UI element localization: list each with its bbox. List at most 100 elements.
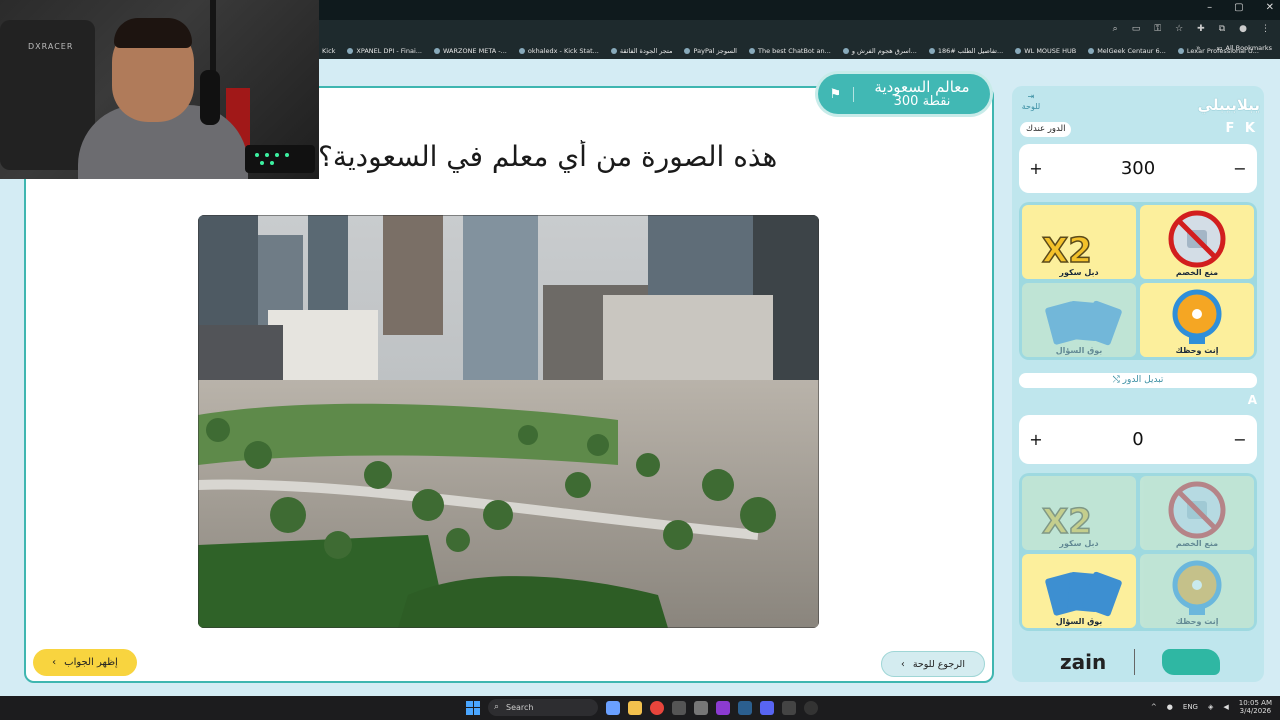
- divider: [1133, 649, 1135, 675]
- back-to-board-button[interactable]: ‹ الرجوع للوحة: [881, 651, 985, 677]
- bookmark-favicon: [928, 47, 935, 54]
- taskbar-search[interactable]: Search: [488, 699, 598, 716]
- board-link-label: للوحة: [1021, 101, 1041, 111]
- bookmark-favicon: [347, 47, 354, 54]
- copilot-icon[interactable]: [606, 700, 620, 715]
- helper-label: دبل سكور: [1059, 268, 1099, 277]
- switch-turn-label: تبديل الدور: [1122, 375, 1164, 385]
- clock-time: 10:05 AM: [1238, 699, 1272, 707]
- team2-score: + 0 −: [1019, 415, 1257, 464]
- volume-icon[interactable]: ◀: [1223, 703, 1228, 711]
- chair-brand-logo: DXRACER: [28, 42, 74, 51]
- plus-button[interactable]: +: [1029, 430, 1043, 449]
- extensions-icon[interactable]: ⧉: [1219, 24, 1225, 34]
- sponsor-logos: zain: [1060, 644, 1220, 680]
- question-text: هذه الصورة من أي معلم في السعودية؟: [318, 140, 778, 173]
- bookmark-favicon: [749, 47, 755, 54]
- bookmark-favicon: [1177, 47, 1184, 54]
- luck-wheel-helper[interactable]: إنت وحظك: [1140, 554, 1254, 628]
- helper-label: منع الخصم: [1175, 539, 1219, 548]
- app-icon[interactable]: [716, 700, 730, 715]
- extension-icon[interactable]: ✚: [1197, 24, 1205, 34]
- chrome-icon[interactable]: [650, 700, 664, 715]
- cards-hand-icon: [1045, 300, 1122, 346]
- mic-arm: [210, 0, 216, 80]
- maximize-icon[interactable]: ▢: [1234, 2, 1243, 13]
- start-icon[interactable]: [466, 700, 480, 715]
- bookmark-star-icon[interactable]: ☆: [1175, 24, 1183, 34]
- close-icon[interactable]: ✕: [1266, 2, 1274, 13]
- steal-question-helper[interactable]: بوق السؤال: [1022, 283, 1136, 357]
- streamer-hair: [114, 18, 192, 48]
- double-score-helper[interactable]: X2 دبل سكور: [1022, 476, 1136, 550]
- exit-icon: ⇥: [1027, 92, 1035, 101]
- block-opponent-helper[interactable]: منع الخصم: [1140, 476, 1254, 550]
- plus-button[interactable]: +: [1029, 159, 1043, 178]
- discord-icon[interactable]: [760, 700, 774, 715]
- turn-badge: الدور عندك: [1020, 122, 1072, 137]
- bookmark[interactable]: اسرق هجوم الفرش و...: [842, 47, 917, 55]
- profile-avatar[interactable]: ●: [1239, 24, 1247, 34]
- clock-date: 3/4/2026: [1239, 707, 1272, 716]
- bookmark-favicon: [684, 47, 691, 54]
- luck-wheel-helper[interactable]: إنت وحظك: [1140, 283, 1254, 357]
- chevron-left-icon: ‹: [52, 657, 57, 668]
- zain-logo: zain: [1060, 650, 1107, 674]
- board-link[interactable]: ⇥ للوحة: [1020, 92, 1042, 111]
- city-park-photo: [198, 215, 819, 628]
- svg-text:X2: X2: [1042, 502, 1092, 539]
- bookmark[interactable]: okhaledx - Kick Stat...: [518, 47, 599, 55]
- bookmark[interactable]: MelGeek Centaur 6...: [1088, 47, 1166, 55]
- bookmark[interactable]: WL MOUSE HUB: [1015, 47, 1076, 55]
- flag-icon: ⚑: [818, 86, 854, 102]
- menu-icon[interactable]: ⋮: [1261, 24, 1270, 34]
- app-icon[interactable]: [782, 700, 796, 715]
- team-name: يبلابيبلي: [1197, 96, 1260, 114]
- language-indicator[interactable]: ENG: [1183, 703, 1198, 711]
- bookmark[interactable]: تفاصيل الطلب #186...: [928, 47, 1003, 55]
- bookmark[interactable]: WARZONE META -...: [433, 47, 507, 55]
- helper-label: بوق السؤال: [1055, 617, 1103, 626]
- minus-button[interactable]: −: [1233, 430, 1247, 449]
- app-icon[interactable]: [672, 700, 686, 715]
- chevron-up-icon[interactable]: ^: [1151, 703, 1157, 711]
- app-icon[interactable]: [694, 700, 708, 715]
- audio-mixer: [245, 145, 315, 173]
- steam-icon[interactable]: [738, 700, 752, 715]
- bookmark[interactable]: PayPal السوجز: [684, 47, 737, 55]
- obs-icon[interactable]: [804, 700, 818, 715]
- password-icon[interactable]: ⚿: [1154, 24, 1161, 34]
- double-score-helper[interactable]: X2 دبل سكور: [1022, 205, 1136, 279]
- chevron-left-icon: ‹: [901, 658, 905, 670]
- show-answer-button[interactable]: ‹ إظهر الجواب: [33, 649, 137, 676]
- file-explorer-icon[interactable]: [628, 700, 642, 715]
- zoom-icon[interactable]: ⌕: [1113, 24, 1118, 34]
- taskbar: Search ^ ● ENG ◈ ◀ 10:05 AM 3/4/2026: [0, 696, 1280, 720]
- mic-icon[interactable]: ●: [1167, 703, 1173, 711]
- show-answer-label: إظهر الجواب: [64, 657, 118, 668]
- bookmark[interactable]: The best ChatBot an...: [749, 47, 831, 55]
- helper-label: منع الخصم: [1175, 268, 1219, 277]
- team2-helpers: X2 دبل سكور منع الخصم بوق السؤال إنت وحظ…: [1019, 473, 1257, 631]
- helper-label: إنت وحظك: [1175, 617, 1219, 626]
- all-bookmarks[interactable]: ▭ All Bookmarks: [1216, 44, 1272, 52]
- bookmark[interactable]: Kick: [322, 47, 335, 55]
- bookmark[interactable]: متجر الجودة الفائقة: [610, 47, 672, 55]
- window-controls: – ▢ ✕: [1207, 2, 1274, 13]
- minimize-icon[interactable]: –: [1207, 2, 1212, 13]
- chevron-right-icon[interactable]: »: [1196, 44, 1200, 52]
- helper-label: إنت وحظك: [1175, 346, 1219, 355]
- minus-button[interactable]: −: [1233, 159, 1247, 178]
- team1-helpers: X2 دبل سكور منع الخصم بوق السؤال إنت وحظ…: [1019, 202, 1257, 360]
- game-logo: [1161, 649, 1220, 675]
- block-opponent-helper[interactable]: منع الخصم: [1140, 205, 1254, 279]
- question-image: [198, 215, 819, 628]
- network-icon[interactable]: ◈: [1208, 703, 1213, 711]
- steal-question-helper[interactable]: بوق السؤال: [1022, 554, 1136, 628]
- cards-hand-icon: [1045, 571, 1122, 617]
- clock[interactable]: 10:05 AM 3/4/2026: [1239, 699, 1272, 716]
- cast-icon[interactable]: ▭: [1132, 24, 1141, 34]
- svg-text:X2: X2: [1042, 231, 1092, 268]
- bookmark[interactable]: XPANEL DPI - Finai...: [347, 47, 422, 55]
- switch-turn-button[interactable]: ⤭ تبديل الدور: [1019, 373, 1257, 388]
